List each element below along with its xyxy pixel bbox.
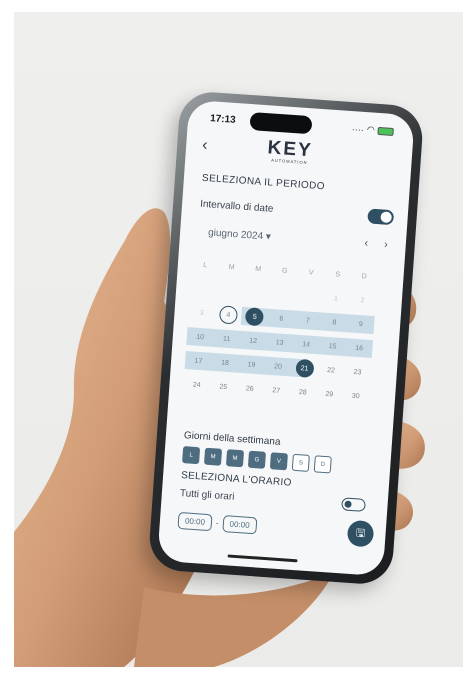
weekday-chip[interactable]: G [247, 450, 267, 469]
calendar-day-today[interactable]: 4 [215, 311, 242, 320]
weekday-chip[interactable]: M [225, 449, 245, 468]
save-button[interactable]: 🖫 [346, 519, 375, 548]
end-time-input[interactable]: 00:00 [222, 515, 258, 535]
signal-icon: ···· [351, 123, 365, 135]
weekday-label: S [335, 270, 341, 279]
date-range-toggle[interactable] [367, 208, 395, 226]
weekday-label: V [308, 268, 314, 277]
calendar-day[interactable]: 3 [188, 309, 215, 318]
calendar-day[interactable]: 25 [210, 382, 237, 391]
calendar: L M M G V S D 1 2 3 4 5 6 7 8 9 10 11 12… [183, 252, 379, 409]
weekday-chip[interactable]: D [313, 455, 332, 474]
weekday-label: D [361, 272, 367, 280]
home-indicator [227, 554, 298, 563]
logo-text: KEY [266, 137, 314, 162]
start-time-input[interactable]: 00:00 [177, 511, 213, 532]
calendar-day-range-start[interactable]: 5 [241, 312, 268, 321]
calendar-day[interactable]: 29 [316, 390, 343, 399]
calendar-day[interactable]: 30 [342, 392, 369, 401]
period-heading: SELEZIONA IL PERIODO [201, 172, 326, 193]
month-navigation: ‹ › [364, 237, 388, 251]
calendar-day[interactable] [190, 288, 216, 290]
status-icons: ···· ◠ [352, 123, 395, 137]
toggle-knob [380, 211, 393, 224]
calendar-day[interactable]: 24 [183, 380, 210, 389]
chevron-left-icon[interactable]: ‹ [364, 237, 369, 249]
calendar-day[interactable] [243, 292, 269, 294]
calendar-day[interactable]: 1 [323, 294, 350, 303]
weekday-label: G [281, 267, 288, 275]
wifi-icon: ◠ [366, 124, 376, 135]
schedule-heading: SELEZIONA L'ORARIO [180, 470, 292, 489]
time-range: 00:00 - 00:00 [177, 511, 258, 535]
dynamic-island [249, 111, 313, 135]
calendar-day[interactable] [296, 296, 322, 298]
weekday-chip[interactable]: S [291, 453, 310, 472]
weekday-selector: L M M G V S D [182, 446, 332, 474]
calendar-day[interactable]: 26 [236, 384, 263, 393]
calendar-day[interactable]: 27 [263, 386, 290, 395]
calendar-day[interactable]: 23 [344, 368, 371, 377]
product-photo: 17:13 ···· ◠ ‹ KEY AUTOMATION SELEZIONA … [14, 12, 463, 667]
calendar-day[interactable]: 2 [349, 296, 376, 305]
save-icon: 🖫 [355, 526, 366, 540]
brand-logo: KEY AUTOMATION [259, 137, 320, 166]
battery-icon [377, 126, 394, 136]
weekdays-heading: Giorni della settimana [183, 430, 281, 448]
date-range-label: Intervallo di date [199, 198, 274, 215]
app-screen: 17:13 ···· ◠ ‹ KEY AUTOMATION SELEZIONA … [157, 99, 415, 577]
weekday-label: M [255, 265, 262, 273]
chevron-left-icon[interactable]: ‹ [202, 137, 209, 155]
calendar-day[interactable] [217, 290, 244, 292]
weekday-chip[interactable]: L [182, 446, 201, 465]
calendar-day[interactable]: 28 [289, 388, 316, 397]
all-hours-toggle[interactable] [341, 497, 366, 512]
month-selector[interactable]: giugno 2024 ▾ [208, 227, 271, 242]
weekday-chip[interactable]: V [269, 452, 288, 471]
status-time: 17:13 [209, 113, 237, 126]
all-hours-label: Tutti gli orari [179, 487, 235, 503]
calendar-day[interactable] [270, 294, 297, 296]
time-separator: - [215, 518, 219, 528]
weekday-label: M [228, 263, 235, 271]
smartphone: 17:13 ···· ◠ ‹ KEY AUTOMATION SELEZIONA … [147, 90, 425, 586]
chevron-right-icon[interactable]: › [384, 239, 389, 251]
calendar-day[interactable]: 22 [317, 366, 344, 375]
toggle-knob [344, 499, 352, 508]
weekday-label: L [202, 261, 208, 269]
weekday-chip[interactable]: M [203, 447, 223, 466]
